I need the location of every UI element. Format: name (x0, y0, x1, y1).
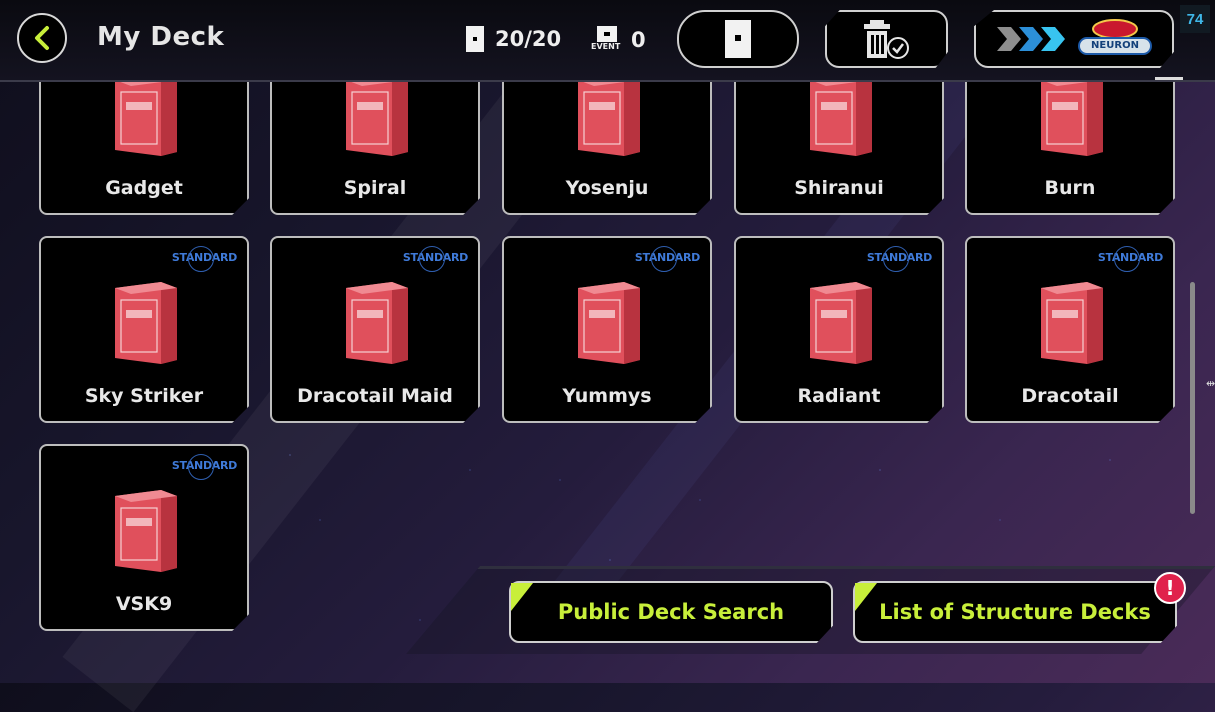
deck-tile[interactable]: STANDARD Radiant (734, 236, 944, 423)
header-indicator (1155, 77, 1183, 80)
deck-tile[interactable]: STANDARD VSK9 (39, 444, 249, 631)
cursor-icon: ⇹ (1206, 377, 1215, 390)
new-deck-button[interactable] (677, 10, 799, 68)
deck-name: Shiranui (794, 177, 884, 199)
standard-badge: STANDARD (1097, 246, 1163, 272)
standard-badge: STANDARD (171, 454, 237, 480)
scrollbar[interactable] (1190, 282, 1195, 514)
deck-box-icon (572, 80, 646, 156)
deck-name: Spiral (343, 177, 407, 199)
notification-alert-icon: ! (1154, 572, 1186, 604)
deck-name: Dracotail Maid (297, 385, 453, 407)
neuron-link-button[interactable]: NEURON (974, 10, 1174, 68)
deck-box-icon (340, 80, 414, 156)
deck-tile[interactable]: Yosenju (502, 80, 712, 215)
top-bar: My Deck 20/20 EVENT 0 NEURON 74 (0, 0, 1215, 82)
deck-tile[interactable]: STANDARD Yummys (502, 236, 712, 423)
deck-count-value: 20/20 (495, 27, 562, 51)
deck-tile[interactable]: STANDARD Dracotail Maid (270, 236, 480, 423)
standard-badge: STANDARD (402, 246, 468, 272)
event-deck-value: 0 (631, 28, 646, 52)
page-title: My Deck (97, 22, 225, 52)
structure-decks-button[interactable]: List of Structure Decks (853, 581, 1177, 643)
event-label: EVENT (591, 42, 621, 51)
deck-box-icon (1035, 272, 1109, 364)
deck-tile[interactable]: STANDARD Sky Striker (39, 236, 249, 423)
standard-badge: STANDARD (171, 246, 237, 272)
standard-badge: STANDARD (866, 246, 932, 272)
deck-name: Radiant (797, 385, 881, 407)
event-deck-count: EVENT 0 (591, 25, 646, 55)
deck-name: Yummys (562, 385, 652, 407)
deck-tile[interactable]: Spiral (270, 80, 480, 215)
back-button[interactable] (17, 13, 67, 63)
deck-box-icon (109, 80, 183, 156)
deck-name: Gadget (105, 177, 183, 199)
delete-decks-button[interactable] (825, 10, 948, 68)
public-deck-search-label: Public Deck Search (557, 600, 785, 624)
neuron-logo-text: NEURON (1091, 40, 1139, 51)
trash-check-icon (863, 20, 909, 59)
deck-tile[interactable]: STANDARD Dracotail (965, 236, 1175, 423)
deck-name: VSK9 (115, 593, 173, 615)
deck-box-icon (1035, 80, 1109, 156)
deck-box-icon (572, 272, 646, 364)
deck-add-icon (725, 20, 751, 58)
standard-badge: STANDARD (634, 246, 700, 272)
deck-box-icon (340, 272, 414, 364)
structure-decks-label: List of Structure Decks (879, 600, 1151, 624)
deck-tile[interactable]: Shiranui (734, 80, 944, 215)
deck-name: Burn (1044, 177, 1096, 199)
deck-name: Dracotail (1021, 385, 1119, 407)
neuron-logo: NEURON (1077, 18, 1153, 60)
fps-counter: 74 (1180, 5, 1210, 33)
event-deck-icon: EVENT (591, 25, 621, 55)
deck-box-icon (804, 80, 878, 156)
public-deck-search-button[interactable]: Public Deck Search (509, 581, 833, 643)
deck-name: Sky Striker (84, 385, 204, 407)
deck-count-icon (466, 26, 484, 52)
chevron-left-icon (35, 26, 49, 50)
deck-tile[interactable]: Burn (965, 80, 1175, 215)
deck-box-icon (109, 272, 183, 364)
deck-tile[interactable]: Gadget (39, 80, 249, 215)
forward-arrows-icon (997, 27, 1065, 51)
deck-count: 20/20 (465, 25, 561, 53)
deck-name: Yosenju (565, 177, 649, 199)
deck-box-icon (109, 480, 183, 572)
deck-box-icon (804, 272, 878, 364)
